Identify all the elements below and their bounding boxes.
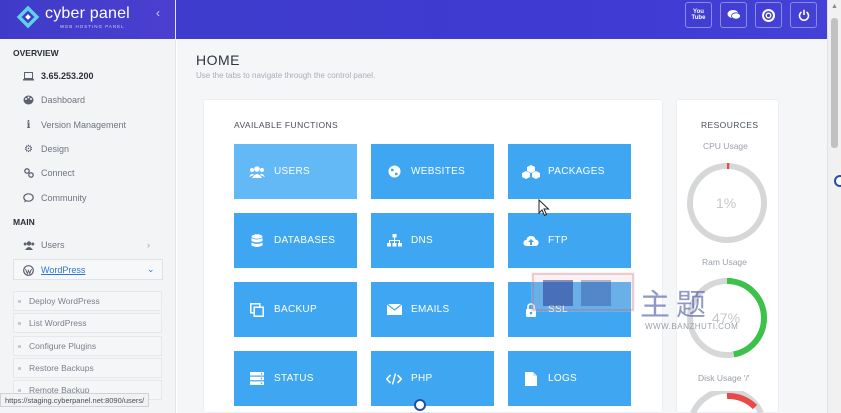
page-scrollbar[interactable]: ▲ [827,0,841,413]
copy-icon [248,302,266,317]
bullet-icon [18,321,21,325]
server-icon [248,372,266,385]
tile-databases[interactable]: DATABASES [234,213,357,268]
sidebar-collapse-button[interactable]: ‹ [156,6,160,20]
resize-handle[interactable] [414,399,426,411]
wordpress-icon [22,264,35,276]
tile-ftp[interactable]: FTP [508,213,631,268]
file-icon [522,371,540,386]
sidebar-subitem-list-wordpress[interactable]: List WordPress [13,313,162,333]
server-ip: 3.65.253.200 [22,68,94,84]
sidebar-item-design[interactable]: ⚙ Design [22,141,69,157]
power-button[interactable] [790,2,817,28]
tile-status[interactable]: STATUS [234,351,357,406]
overview-section-label: OVERVIEW [13,48,59,58]
youtube-button[interactable]: You Tube [685,2,712,28]
brand-name: cyber panel [45,5,130,22]
cubes-icon [522,164,540,179]
youtube-icon: You Tube [691,9,706,21]
sidebar-subitem-restore-backups[interactable]: Restore Backups [13,358,162,378]
bullet-icon [18,344,21,348]
laptop-icon [22,71,35,81]
watermark-logo [531,272,635,312]
support-icon [762,8,775,22]
sidebar-item-connect[interactable]: Connect [22,165,75,181]
chat-icon [727,10,741,20]
database-icon [248,233,266,248]
page-subtitle: Use the tabs to navigate through the con… [196,71,376,80]
resources-title: RESOURCES [701,120,759,130]
brand-header[interactable]: cyber panel WEB HOSTING PANEL ‹ [0,0,175,39]
code-icon [385,372,403,385]
main-section-label: MAIN [13,217,35,227]
chat-icon [22,193,35,203]
chat-button[interactable] [720,2,747,28]
sidebar-item-users[interactable]: Users [22,237,65,253]
bullet-icon [18,388,21,392]
support-button[interactable] [755,2,782,28]
top-bar: You Tube [176,0,827,39]
chevron-down-icon: ⌄ [147,264,155,274]
palette-icon [22,95,35,105]
sidebar-item-wordpress[interactable]: WordPress [22,262,85,278]
envelope-icon [385,304,403,315]
page-title: HOME [196,52,240,68]
sitemap-icon [385,234,403,247]
link-icon [22,168,35,178]
power-icon [798,9,809,21]
scroll-up-arrow-icon[interactable]: ▲ [831,3,838,10]
sidebar-subitem-configure-plugins[interactable]: Configure Plugins [13,336,162,356]
mouse-cursor-icon [538,199,550,217]
chevron-right-icon: › [147,240,150,250]
tile-php[interactable]: PHP [371,351,494,406]
brand-subtitle: WEB HOSTING PANEL [60,24,125,29]
cloud-upload-icon [522,235,540,247]
tile-logs[interactable]: LOGS [508,351,631,406]
users-icon [22,240,35,250]
cyberpanel-logo-icon [16,5,40,29]
watermark-text: 主题 [640,288,712,323]
sidebar-item-version-management[interactable]: i Version Management [22,117,126,133]
users-icon [248,165,266,178]
cpu-usage-label: CPU Usage [703,141,748,151]
sidebar: cyber panel WEB HOSTING PANEL ‹ OVERVIEW… [0,0,176,413]
globe-icon [385,165,403,178]
sidebar-item-community[interactable]: Community [22,190,87,206]
sidebar-item-dashboard[interactable]: Dashboard [22,92,85,108]
resize-handle[interactable] [834,175,841,187]
bullet-icon [18,299,21,303]
gear-icon: ⚙ [24,143,33,155]
tile-dns[interactable]: DNS [371,213,494,268]
scrollbar-thumb[interactable] [831,18,838,148]
ram-usage-label: Ram Usage [702,257,747,267]
tile-users[interactable]: USERS [234,144,357,199]
tile-websites[interactable]: WEBSITES [371,144,494,199]
watermark-url: WWW.BANZHUTI.COM [645,322,739,331]
tile-backup[interactable]: BACKUP [234,282,357,337]
tile-emails[interactable]: EMAILS [371,282,494,337]
tile-packages[interactable]: PACKAGES [508,144,631,199]
bullet-icon [18,366,21,370]
sidebar-subitem-deploy-wordpress[interactable]: Deploy WordPress [13,291,162,311]
functions-title: AVAILABLE FUNCTIONS [234,120,339,130]
disk-gauge [690,391,764,413]
info-icon: i [26,119,31,131]
status-bar-url: https://staging.cyberpanel.net:8090/user… [0,393,150,407]
cpu-usage-value: 1% [716,195,737,211]
disk-usage-label: Disk Usage '/' [698,373,750,383]
